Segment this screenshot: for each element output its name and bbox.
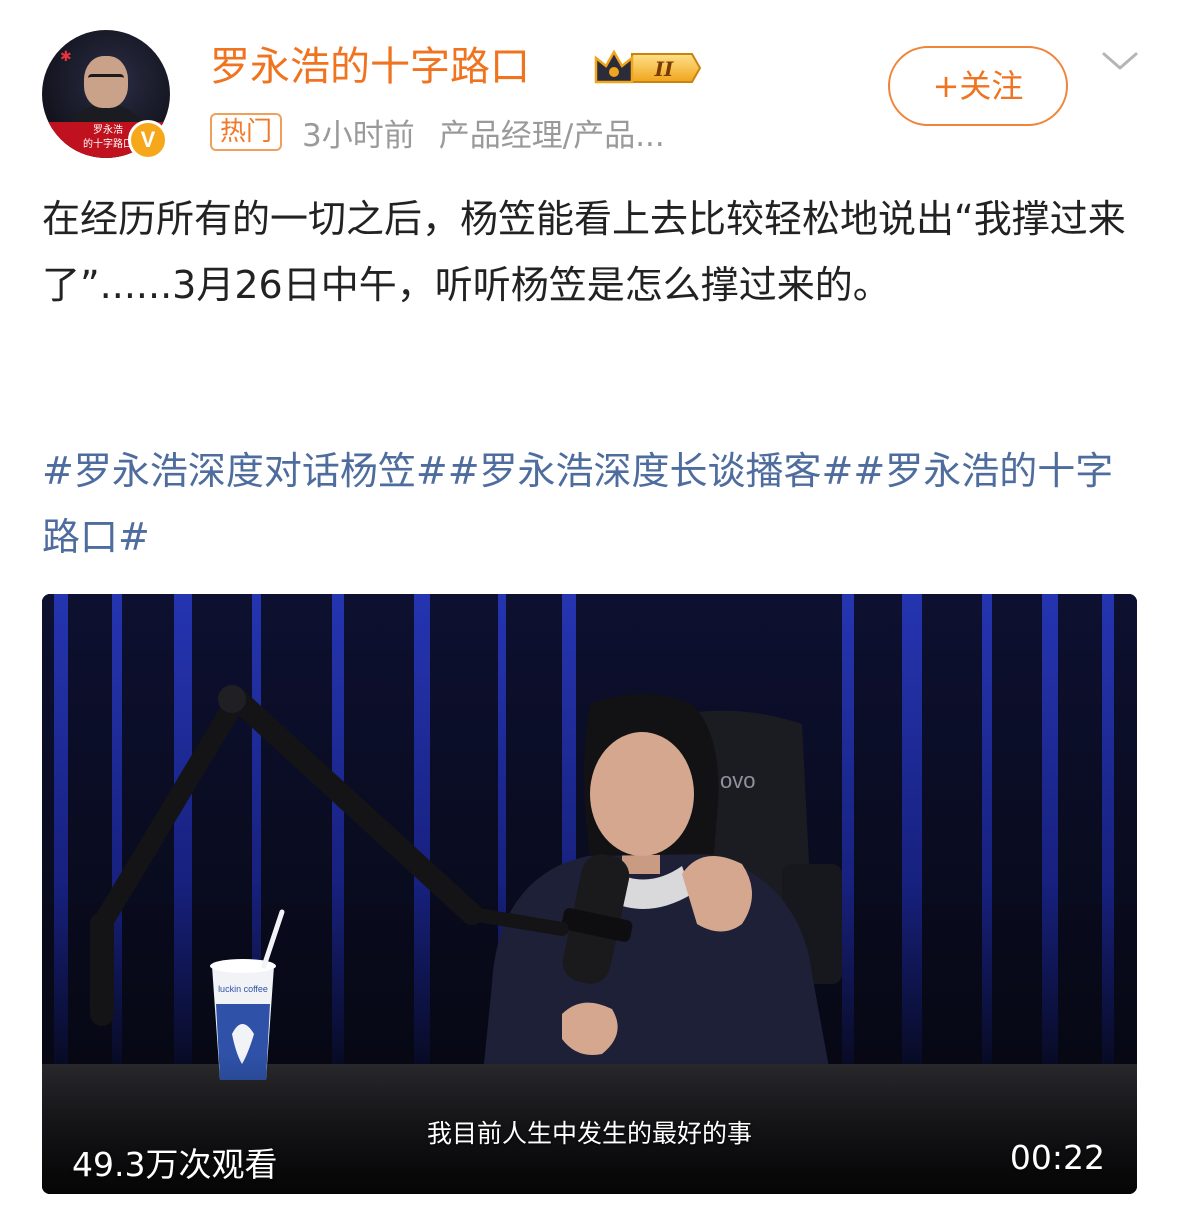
video-view-count: 49.3万次观看 (72, 1145, 278, 1184)
post-body: 在经历所有的一切之后，杨笠能看上去比较轻松地说出“我撑过来了”......3月2… (42, 186, 1132, 318)
verified-icon: V (128, 120, 168, 160)
chevron-down-icon[interactable] (1100, 46, 1140, 76)
hashtag-list: #罗永浩深度对话杨笠##罗永浩深度长谈播客##罗永浩的十字路口# (42, 438, 1132, 570)
crown-level-icon[interactable]: II (592, 46, 704, 90)
post-text: 在经历所有的一切之后，杨笠能看上去比较轻松地说出“我撑过来了”......3月2… (42, 197, 1126, 307)
person-face (590, 732, 694, 856)
hashtag-link[interactable]: #罗永浩深度长谈播客# (448, 449, 854, 493)
post-source: 产品经理/产品... (438, 117, 665, 154)
author-name[interactable]: 罗永浩的十字路口 (210, 40, 530, 94)
hot-tag: 热门 (210, 113, 283, 151)
follow-button[interactable]: +关注 (888, 46, 1068, 126)
cup-brand: luckin coffee (218, 984, 268, 994)
post-time: 3小时前 (302, 117, 415, 154)
chair-brand: ovo (720, 768, 755, 793)
hashtag-link[interactable]: #罗永浩深度对话杨笠# (42, 449, 448, 493)
avatar-glasses (88, 74, 124, 86)
video-player[interactable]: ovo luckin coffee 我目前人生中发生的最好的事 49.3万次观看… (42, 594, 1137, 1194)
post-meta: 热门 3小时前 产品经理/产品... (210, 110, 665, 154)
logo-icon: ✱ (60, 49, 72, 65)
level-label: II (654, 57, 674, 81)
video-duration: 00:22 (1009, 1138, 1105, 1177)
